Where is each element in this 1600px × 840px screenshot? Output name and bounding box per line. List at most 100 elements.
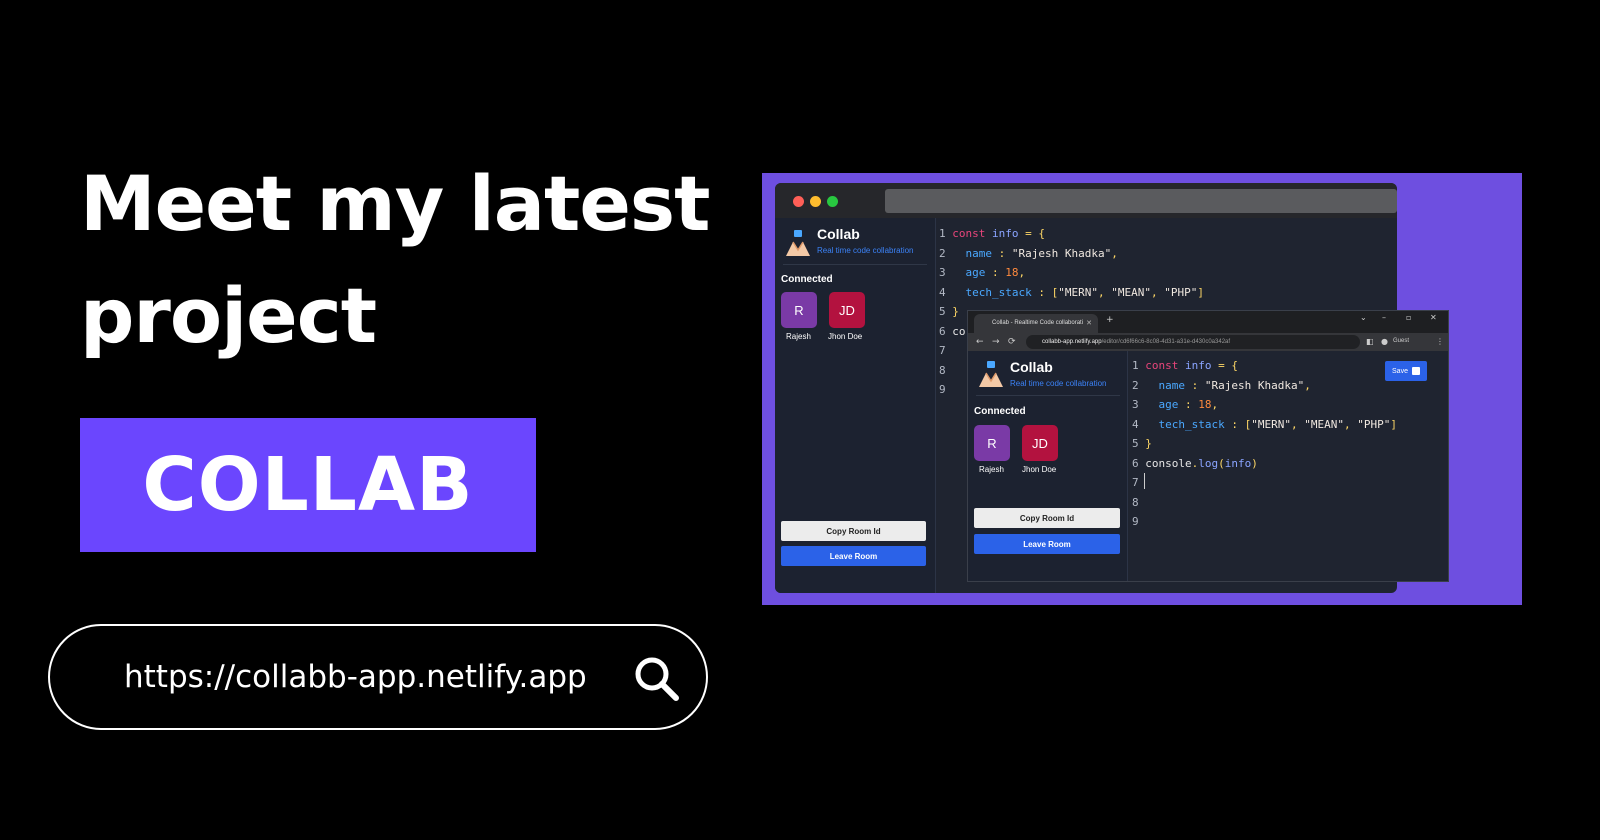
code-token: co <box>952 324 966 338</box>
minimize-dot-icon[interactable] <box>810 196 821 207</box>
code-token: const <box>1145 359 1185 372</box>
username: Rajesh <box>786 332 811 341</box>
avatar-initials: R <box>794 302 804 318</box>
connected-heading: Connected <box>781 274 833 285</box>
kebab-menu-icon[interactable]: ⋮ <box>1436 335 1444 349</box>
line-number: 1 <box>939 227 953 240</box>
close-dot-icon[interactable] <box>793 196 804 207</box>
url-text: https://collabb-app.netlify.app <box>124 659 587 695</box>
avatar-initials: R <box>987 435 997 451</box>
browser-toolbar: ← → ⟳ collabb-app.netlify.app/editor/cd6… <box>968 333 1448 351</box>
code-token: : <box>998 246 1012 260</box>
guest-label: Guest <box>1393 338 1410 344</box>
connected-heading: Connected <box>974 406 1026 417</box>
code-token: info <box>992 227 1026 240</box>
code-token: , <box>1211 398 1219 411</box>
line-number: 7 <box>939 344 953 357</box>
line-number: 1 <box>1132 359 1146 372</box>
url-pill[interactable]: https://collabb-app.netlify.app <box>48 624 708 730</box>
line-number: 3 <box>1132 398 1146 411</box>
code-token: ] <box>1390 417 1397 431</box>
line-number: 6 <box>939 324 953 338</box>
avatar-initials: JD <box>839 302 855 318</box>
copy-room-id-button[interactable]: Copy Room Id <box>974 508 1120 528</box>
window-maximize-icon[interactable]: ▫ <box>1406 313 1411 322</box>
window-close-icon[interactable]: ✕ <box>1430 313 1437 322</box>
code-line: 2 name : "Rajesh Khadka", <box>939 244 1204 264</box>
code-token: tech_stack <box>1145 417 1232 431</box>
leave-room-button[interactable]: Leave Room <box>974 534 1120 554</box>
forward-arrow-icon[interactable]: → <box>992 335 1000 349</box>
maximize-dot-icon[interactable] <box>827 196 838 207</box>
code-token: "MERN" <box>1251 417 1291 431</box>
code-line: 1 const info = { <box>939 224 1204 244</box>
headline-line-1: Meet my latest <box>80 159 710 248</box>
browser-tab[interactable]: Collab - Realtime Code collaborati ✕ <box>974 314 1098 333</box>
code-line: 1 const info = { <box>1132 356 1397 376</box>
code-token: : [ <box>1038 285 1059 299</box>
code-line: 4 tech_stack : ["MERN", "MEAN", "PHP"] <box>939 283 1204 303</box>
line-number: 5 <box>1132 437 1146 450</box>
line-number: 2 <box>1132 378 1146 392</box>
code-token: "Rajesh Khadka" <box>1204 378 1305 392</box>
code-line: 2 name : "Rajesh Khadka", <box>1132 376 1397 396</box>
leave-room-button[interactable]: Leave Room <box>781 546 926 566</box>
back-arrow-icon[interactable]: ← <box>976 335 984 349</box>
code-line: 9 <box>1132 512 1397 532</box>
avatar: R <box>974 425 1010 461</box>
code-token: "PHP" <box>1357 417 1391 431</box>
code-token: ] <box>1197 285 1204 299</box>
collab-logo-icon <box>979 361 1003 387</box>
code-token: , <box>1343 417 1358 431</box>
browser-screenshot: Collab - Realtime Code collaborati ✕ + ⌄ … <box>968 311 1448 581</box>
sidepanel-icon[interactable]: ◧ <box>1366 335 1374 349</box>
line-number: 5 <box>939 305 953 318</box>
code-line: 5 } <box>1132 434 1397 454</box>
username: Rajesh <box>979 465 1004 474</box>
browser-tabstrip: Collab - Realtime Code collaborati ✕ + ⌄ … <box>968 311 1448 333</box>
copy-room-id-button[interactable]: Copy Room Id <box>781 521 926 541</box>
collab-logo-icon <box>786 230 810 256</box>
code-token: age <box>952 266 992 279</box>
leave-room-label: Leave Room <box>829 551 878 561</box>
app-tagline: Real time code collabration <box>1010 379 1107 388</box>
line-number: 8 <box>1132 495 1146 509</box>
address-bar[interactable] <box>885 189 1397 213</box>
code-editor[interactable]: 1 const info = {2 name : "Rajesh Khadka"… <box>1132 356 1397 532</box>
headline: Meet my latest project <box>80 148 740 372</box>
code-token: } <box>952 305 959 318</box>
reload-icon[interactable]: ⟳ <box>1008 335 1016 349</box>
save-label: Save <box>1392 367 1408 375</box>
chevron-down-icon[interactable]: ⌄ <box>1360 313 1367 322</box>
code-line: 4 tech_stack : ["MERN", "MEAN", "PHP"] <box>1132 415 1397 435</box>
code-token: "PHP" <box>1164 285 1198 299</box>
code-token: info <box>1224 456 1252 470</box>
code-token: info <box>1185 359 1219 372</box>
code-token: , <box>1290 417 1305 431</box>
save-button[interactable]: Save <box>1385 361 1427 381</box>
code-token: log <box>1198 456 1219 470</box>
close-tab-icon[interactable]: ✕ <box>1086 314 1092 333</box>
code-token: ) <box>1251 456 1258 470</box>
code-token: } <box>1145 437 1152 450</box>
line-number: 4 <box>939 285 953 299</box>
new-tab-icon[interactable]: + <box>1106 315 1114 325</box>
code-token: tech_stack <box>952 285 1039 299</box>
code-line: 3 age : 18, <box>939 263 1204 283</box>
avatar: R <box>781 292 817 328</box>
sidebar-divider <box>783 264 927 265</box>
app-tagline: Real time code collabration <box>817 246 914 255</box>
browser-url-bar[interactable]: collabb-app.netlify.app/editor/cd6f66c6-… <box>1026 335 1360 349</box>
window-titlebar <box>775 183 1397 218</box>
code-token: ( <box>1218 456 1225 470</box>
guest-profile-icon[interactable]: ● <box>1381 335 1388 349</box>
inner-sidebar: Collab Real time code collabration Conne… <box>968 351 1128 581</box>
code-token: console <box>1145 456 1192 470</box>
app-title: Collab <box>1010 359 1053 375</box>
search-icon[interactable] <box>632 654 680 702</box>
code-token: , <box>1097 285 1112 299</box>
code-line: 7 <box>1132 473 1397 493</box>
window-minimize-icon[interactable]: – <box>1382 313 1386 322</box>
sidebar-divider <box>976 395 1120 396</box>
code-token: , <box>1018 266 1026 279</box>
